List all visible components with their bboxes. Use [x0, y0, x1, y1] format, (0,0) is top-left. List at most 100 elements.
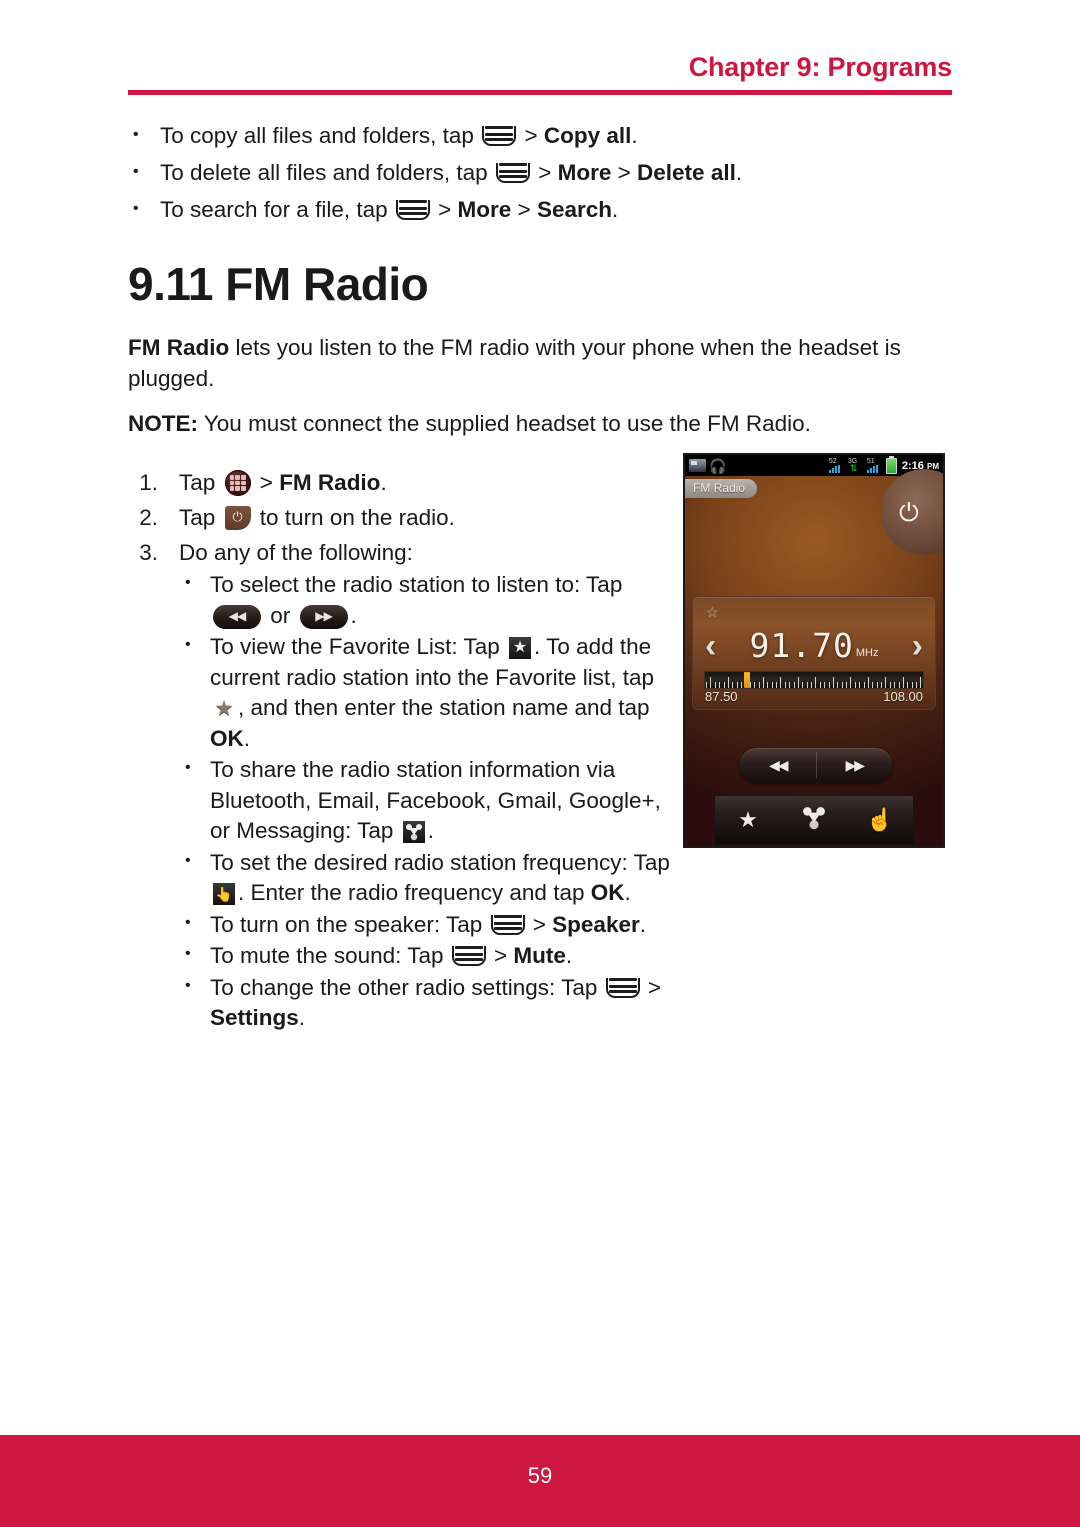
mute-label: Mute: [513, 943, 566, 968]
bullet-select-station: To select the radio station to listen to…: [179, 568, 679, 631]
menu-icon: [605, 977, 640, 998]
step1-mid: >: [253, 470, 280, 495]
delete-all-pre: To delete all files and folders, tap: [160, 160, 494, 185]
step1-target-label: FM Radio: [279, 470, 381, 495]
tuner-marker[interactable]: [741, 672, 754, 688]
bullet-speaker: To turn on the speaker: Tap > Speaker.: [179, 908, 679, 941]
speaker-mid: >: [526, 911, 553, 937]
bullet-favorite-list: To view the Favorite List: Tap ★. To add…: [179, 630, 679, 754]
page-number: 59: [527, 1463, 553, 1488]
setfreq-mid: . Enter the radio frequency and tap: [238, 880, 591, 905]
select-station-pre: To select the radio station to listen to…: [210, 572, 623, 597]
app-title-label: FM Radio: [685, 479, 758, 498]
frequency-value: 91.70: [749, 626, 854, 665]
chapter-title: Chapter 9: Programs: [688, 52, 952, 82]
power-icon: ⏻: [899, 499, 919, 527]
favorite-mid2: , and then enter the station name and ta…: [238, 695, 650, 720]
delete-all-post: .: [735, 160, 743, 185]
settings-post: .: [298, 1005, 306, 1030]
status-bar-left: 🎧: [689, 459, 726, 473]
signal-strength-icon-2: 51: [866, 458, 883, 473]
share-icon: [803, 806, 825, 829]
note-paragraph: NOTE: You must connect the supplied head…: [128, 408, 952, 439]
speaker-pre: To turn on the speaker: Tap: [210, 911, 489, 937]
copy-all-label: Copy all: [543, 123, 632, 148]
favorite-button[interactable]: ★: [715, 808, 781, 832]
copy-all-sep: >: [518, 123, 544, 148]
delete-all-more-label: More: [557, 160, 612, 185]
mute-post: .: [565, 943, 573, 968]
intro-rest: lets you listen to the FM radio with you…: [128, 335, 901, 391]
search-pre: To search for a file, tap: [160, 197, 394, 222]
speaker-post: .: [639, 911, 646, 937]
battery-icon: [885, 455, 897, 474]
setfreq-pre: To set the desired radio station frequen…: [210, 849, 670, 875]
scale-max-label: 108.00: [883, 689, 923, 704]
settings-mid: >: [641, 974, 662, 1000]
bullet-set-frequency: To set the desired radio station frequen…: [179, 846, 679, 909]
copy-all-pre: To copy all files and folders, tap: [160, 123, 481, 148]
scale-ticks: [705, 672, 923, 688]
app-drawer-icon: [224, 470, 251, 496]
frequency-row: ‹ 91.70 MHz ›: [693, 625, 935, 667]
scale-min-label: 87.50: [705, 689, 738, 704]
step1-post: .: [380, 470, 387, 495]
menu-icon: [495, 163, 530, 183]
next-station-arrow-icon[interactable]: ›: [912, 629, 923, 663]
share-button[interactable]: [781, 806, 847, 835]
favorite-post: .: [243, 725, 251, 751]
seek-backward-button[interactable]: ◀◀: [740, 748, 816, 782]
intro-bold: FM Radio: [128, 335, 230, 360]
setfreq-post: .: [624, 880, 631, 905]
frequency-scale[interactable]: [704, 671, 924, 689]
set-frequency-button[interactable]: ☝: [847, 808, 913, 832]
menu-icon: [482, 126, 517, 146]
header-divider: [128, 90, 952, 95]
favorite-list-icon: ★: [508, 637, 531, 659]
fm-radio-phone-screenshot: 🎧 52 3G ⇅ 51 2:16 PM FM Radio ⏻ ☆ ‹ 91.7…: [683, 453, 945, 848]
share-pre: To share the radio station information v…: [210, 757, 661, 843]
search-more-label: More: [457, 197, 512, 222]
hand-tune-icon: 👆: [213, 883, 235, 905]
tuner-favorite-star-icon[interactable]: ☆: [706, 605, 719, 619]
power-icon: ⏻: [224, 506, 251, 530]
seek-control: ◀◀ ▶▶: [740, 748, 892, 782]
step2-post: to turn on the radio.: [253, 505, 455, 530]
step2-pre: Tap: [179, 505, 222, 530]
signal2-label: 51: [866, 458, 875, 465]
mute-pre: To mute the sound: Tap: [210, 943, 450, 968]
delete-all-sep1: >: [531, 160, 558, 185]
step1-pre: Tap: [179, 470, 222, 495]
radio-actions-list: To select the radio station to listen to…: [179, 568, 679, 1034]
search-label: Search: [536, 197, 613, 222]
section-heading: 9.11 FM Radio: [128, 258, 429, 310]
mute-mid: >: [487, 943, 514, 968]
speaker-label: Speaker: [552, 911, 640, 937]
prev-station-arrow-icon[interactable]: ‹: [705, 629, 716, 663]
note-label: NOTE:: [128, 411, 198, 436]
bottom-toolbar: ★ ☝: [715, 796, 913, 844]
list-item-delete-all: To delete all files and folders, tap > M…: [128, 154, 952, 190]
step3-text: Do any of the following:: [179, 540, 413, 565]
menu-icon: [490, 914, 525, 935]
favorite-ok-label: OK: [210, 725, 244, 751]
share-icon: [402, 821, 425, 843]
page-header: Chapter 9: Programs: [0, 0, 1080, 100]
seek-forward-button[interactable]: ▶▶: [817, 748, 893, 782]
select-station-mid: or: [264, 602, 297, 628]
settings-pre: To change the other radio settings: Tap: [210, 974, 604, 1000]
list-item-search: To search for a file, tap > More > Searc…: [128, 191, 952, 227]
page-footer: 59: [0, 1435, 1080, 1527]
delete-all-sep2: >: [611, 160, 638, 185]
rewind-pill-icon: ◀◀: [213, 604, 261, 629]
network-arrows: ⇅: [849, 463, 857, 473]
radio-power-button[interactable]: ⏻: [881, 469, 943, 555]
bullet-share: To share the radio station information v…: [179, 753, 679, 847]
delete-all-label: Delete all: [637, 160, 736, 185]
note-rest: You must connect the supplied headset to…: [198, 411, 811, 436]
fast-forward-pill-icon: ▶▶: [299, 604, 348, 629]
intro-paragraph: FM Radio lets you listen to the FM radio…: [128, 332, 952, 394]
setfreq-ok-label: OK: [590, 880, 625, 905]
bullet-mute: To mute the sound: Tap > Mute.: [179, 939, 679, 972]
settings-label: Settings: [210, 1005, 299, 1030]
